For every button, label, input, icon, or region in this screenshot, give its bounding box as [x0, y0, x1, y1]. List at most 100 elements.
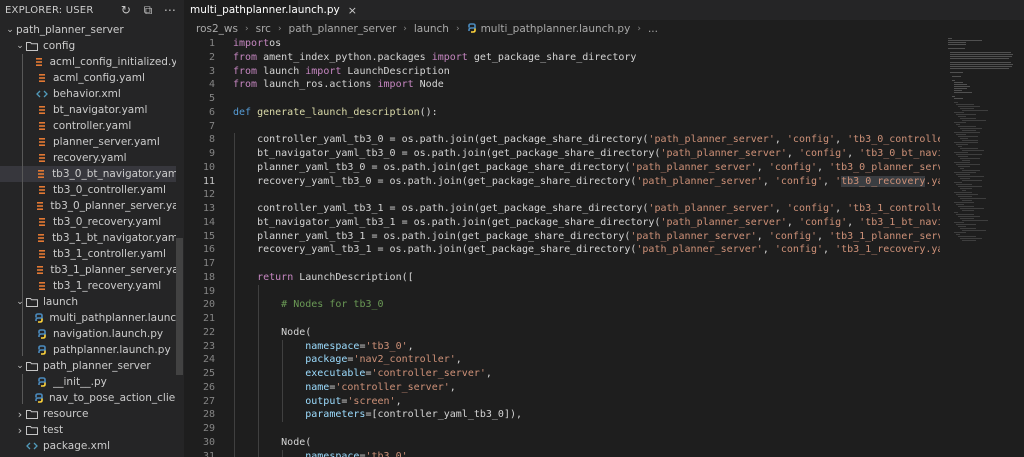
- tree-item[interactable]: __init__.py: [0, 374, 176, 390]
- tree-item[interactable]: planner_server.yaml: [0, 134, 176, 150]
- tree-item[interactable]: tb3_1_controller.yaml: [0, 246, 176, 262]
- minimap-line: [954, 112, 964, 113]
- code-line[interactable]: 30 Node(: [184, 435, 940, 450]
- minimap-line: [950, 66, 1012, 67]
- code-line[interactable]: 15 planner_yaml_tb3_1 = os.path.join(get…: [184, 229, 940, 244]
- minimap-line: [956, 204, 964, 205]
- tree-item[interactable]: package.xml: [0, 438, 176, 454]
- tree-item[interactable]: nav_to_pose_action_client.py: [0, 390, 176, 406]
- minimap-line: [954, 88, 967, 89]
- code-line[interactable]: 12: [184, 188, 940, 203]
- close-icon[interactable]: ×: [348, 4, 357, 17]
- code-line[interactable]: 21: [184, 312, 940, 326]
- tree-item[interactable]: bt_navigator.yaml: [0, 102, 176, 118]
- code-line[interactable]: 27 output='screen',: [184, 394, 940, 409]
- chevron-down-icon: ⌄: [16, 41, 24, 51]
- code-line[interactable]: 2 from ament_index_python.packages import…: [184, 51, 940, 65]
- minimap[interactable]: [940, 36, 1020, 457]
- code-token: 'path_planner_server': [660, 216, 787, 228]
- tree-item[interactable]: controller.yaml: [0, 118, 176, 134]
- breadcrumb-item[interactable]: src: [256, 23, 271, 35]
- collapse-all-icon[interactable]: ⧉: [140, 2, 156, 18]
- code-line[interactable]: 24 package='nav2_controller',: [184, 353, 940, 368]
- code-token: 'tb3_1_recovery.yaml': [835, 244, 940, 256]
- code-line[interactable]: 28 parameters=[controller_yaml_tb3_0]),: [184, 408, 940, 423]
- tree-item[interactable]: tb3_0_bt_navigator.yaml: [0, 166, 176, 182]
- code-line[interactable]: 17: [184, 257, 940, 271]
- code-line[interactable]: 23 namespace='tb3_0',: [184, 339, 940, 354]
- code-line[interactable]: 10 planner_yaml_tb3_0 = os.path.join(get…: [184, 160, 940, 175]
- breadcrumb-item[interactable]: launch: [414, 23, 449, 35]
- minimap-line: [948, 48, 965, 49]
- code-line[interactable]: 31 namespace='tb3_0',: [184, 449, 940, 457]
- tree-item[interactable]: acml_config.yaml: [0, 70, 176, 86]
- code-line[interactable]: 3 from launch import LaunchDescription: [184, 65, 940, 79]
- breadcrumb-item[interactable]: path_planner_server: [289, 23, 397, 35]
- tree-item[interactable]: tb3_1_planner_server.yaml: [0, 262, 176, 278]
- chevron-right-icon: ›: [17, 423, 23, 437]
- code-line[interactable]: 8 controller_yaml_tb3_0 = os.path.join(g…: [184, 133, 940, 148]
- tree-item[interactable]: behavior.xml: [0, 86, 176, 102]
- code-line[interactable]: 20 # Nodes for tb3_0: [184, 298, 940, 313]
- code-token: launch: [257, 65, 306, 77]
- tree-item[interactable]: ⌄ path_planner_server: [0, 22, 176, 38]
- minimap-line: [950, 62, 1011, 63]
- code-line[interactable]: 6 def generate_launch_description():: [184, 106, 940, 120]
- minimap-line: [952, 76, 961, 77]
- code-text: Node(: [233, 436, 311, 450]
- tree-item[interactable]: tb3_0_controller.yaml: [0, 182, 176, 198]
- yaml-file-icon: [36, 216, 48, 228]
- tree-item[interactable]: ⌄ config: [0, 38, 176, 54]
- code-line[interactable]: 19: [184, 284, 940, 299]
- code-line[interactable]: 16 recovery_yaml_tb3_1 = os.path.join(ge…: [184, 243, 940, 258]
- code-token: from: [233, 51, 258, 63]
- minimap-line: [962, 190, 966, 191]
- minimap-line: [954, 152, 968, 153]
- code-token: 'tb3_0_bt_navigator.yaml': [859, 148, 940, 159]
- minimap-line: [962, 200, 972, 201]
- tree-item[interactable]: acml_config_initialized.yaml: [0, 54, 176, 70]
- tree-item[interactable]: pathplanner.launch.py: [0, 342, 176, 358]
- refresh-icon[interactable]: ↻: [118, 2, 134, 18]
- more-icon[interactable]: ⋯: [162, 2, 178, 18]
- code-line[interactable]: 18 return LaunchDescription([: [184, 270, 940, 285]
- tree-item[interactable]: tb3_1_recovery.yaml: [0, 278, 176, 294]
- minimap-line: [958, 156, 968, 157]
- line-number: 12: [202, 189, 215, 201]
- code-line[interactable]: 7: [184, 120, 940, 134]
- code-line[interactable]: 22 Node(: [184, 325, 940, 340]
- minimap-line: [956, 234, 960, 235]
- code-line[interactable]: 11 recovery_yaml_tb3_0 = os.path.join(ge…: [184, 174, 940, 189]
- code-line[interactable]: 25 executable='controller_server',: [184, 367, 940, 381]
- tree-item[interactable]: tb3_1_bt_navigator.yaml: [0, 230, 176, 246]
- breadcrumb-item[interactable]: multi_pathplanner.launch.py: [481, 23, 631, 35]
- code-text: planner_yaml_tb3_1 = os.path.join(get_pa…: [233, 230, 940, 244]
- breadcrumb-item[interactable]: ros2_ws: [196, 23, 238, 35]
- yaml-file-icon: [36, 136, 48, 148]
- code-line[interactable]: 4 from launch_ros.actions import Node: [184, 78, 940, 92]
- python-file-icon: [34, 392, 44, 404]
- code-line[interactable]: 13 controller_yaml_tb3_1 = os.path.join(…: [184, 202, 940, 216]
- tree-item[interactable]: multi_pathplanner.launch.py: [0, 310, 176, 326]
- code-line[interactable]: 26 name='controller_server',: [184, 380, 940, 395]
- tree-item[interactable]: › resource: [0, 406, 176, 422]
- code-editor[interactable]: 1 importos 2 from ament_index_python.packag…: [184, 36, 940, 457]
- breadcrumb-item[interactable]: ...: [648, 23, 658, 35]
- tree-item[interactable]: ⌄ launch: [0, 294, 176, 310]
- code-line[interactable]: 1 importos: [184, 37, 940, 51]
- code-line[interactable]: 5: [184, 92, 940, 106]
- sidebar-scrollbar[interactable]: [176, 238, 183, 375]
- code-line[interactable]: 9 bt_navigator_yaml_tb3_0 = os.path.join…: [184, 147, 940, 161]
- tree-item[interactable]: navigation.launch.py: [0, 326, 176, 342]
- tree-item[interactable]: tb3_0_planner_server.yaml: [0, 198, 176, 214]
- tree-item[interactable]: ⌄ path_planner_server: [0, 358, 176, 374]
- tab-multi-pathplanner[interactable]: multi_pathplanner.launch.py ×: [184, 0, 357, 20]
- code-token: 'tb3_1_controller.yaml': [847, 203, 940, 214]
- python-file-icon: [467, 22, 477, 36]
- code-line[interactable]: 29: [184, 422, 940, 436]
- yaml-file-icon: [34, 56, 44, 68]
- tree-item[interactable]: recovery.yaml: [0, 150, 176, 166]
- tree-item[interactable]: › test: [0, 422, 176, 438]
- tree-item[interactable]: tb3_0_recovery.yaml: [0, 214, 176, 230]
- code-line[interactable]: 14 bt_navigator_yaml_tb3_1 = os.path.joi…: [184, 215, 940, 230]
